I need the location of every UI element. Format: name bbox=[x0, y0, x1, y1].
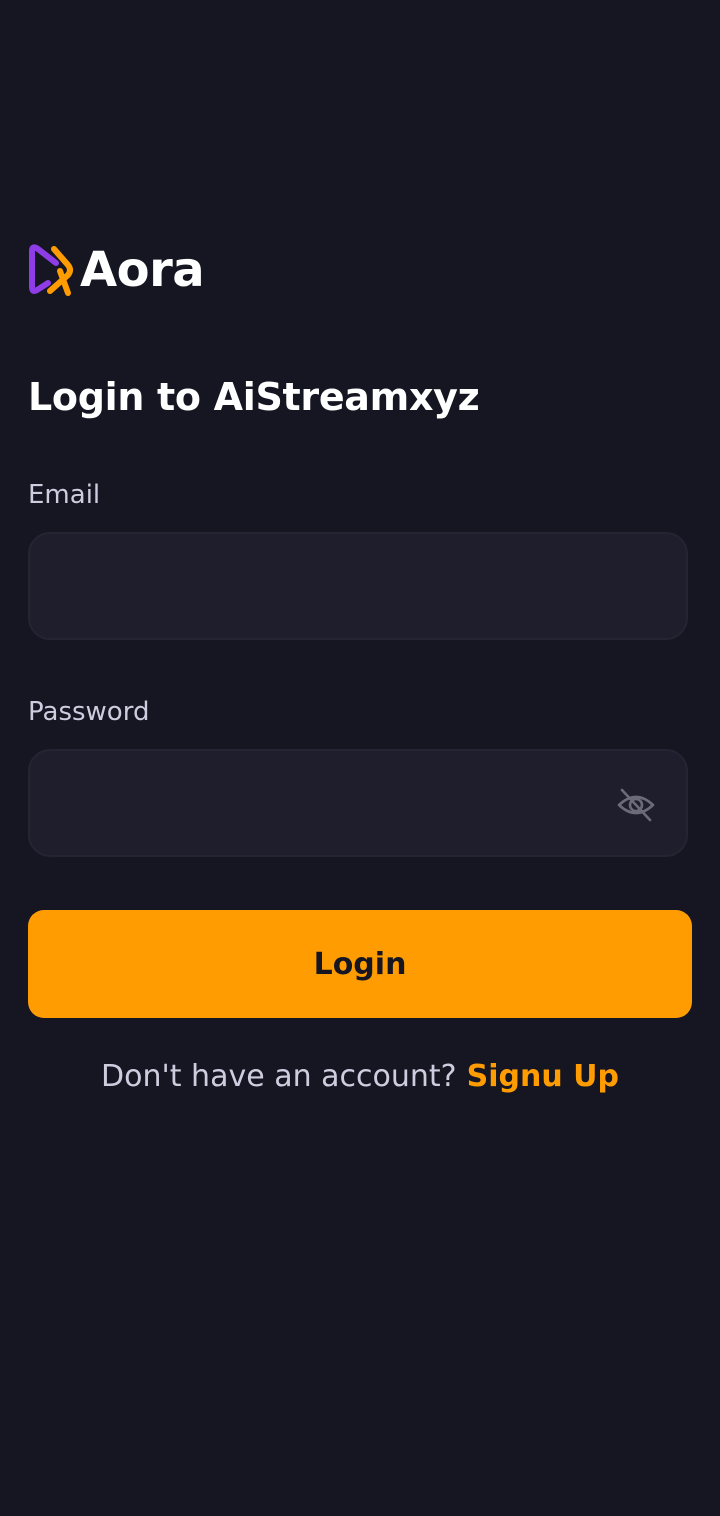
signup-row: Don't have an account? Signu Up bbox=[0, 1056, 720, 1098]
eye-off-icon[interactable] bbox=[616, 787, 656, 823]
signup-prompt: Don't have an account? bbox=[101, 1059, 457, 1094]
play-bracket-logo-icon bbox=[29, 244, 73, 296]
password-field[interactable] bbox=[28, 749, 688, 857]
password-label: Password bbox=[28, 697, 150, 727]
email-field[interactable] bbox=[28, 532, 688, 640]
signup-link[interactable]: Signu Up bbox=[467, 1059, 619, 1094]
email-label: Email bbox=[28, 480, 101, 510]
app-logo: Aora bbox=[28, 242, 205, 298]
password-input[interactable] bbox=[56, 751, 616, 855]
login-button[interactable]: Login bbox=[28, 910, 692, 1018]
email-input[interactable] bbox=[56, 534, 662, 638]
app-name: Aora bbox=[80, 242, 205, 298]
page-title: Login to AiStreamxyz bbox=[28, 375, 480, 419]
